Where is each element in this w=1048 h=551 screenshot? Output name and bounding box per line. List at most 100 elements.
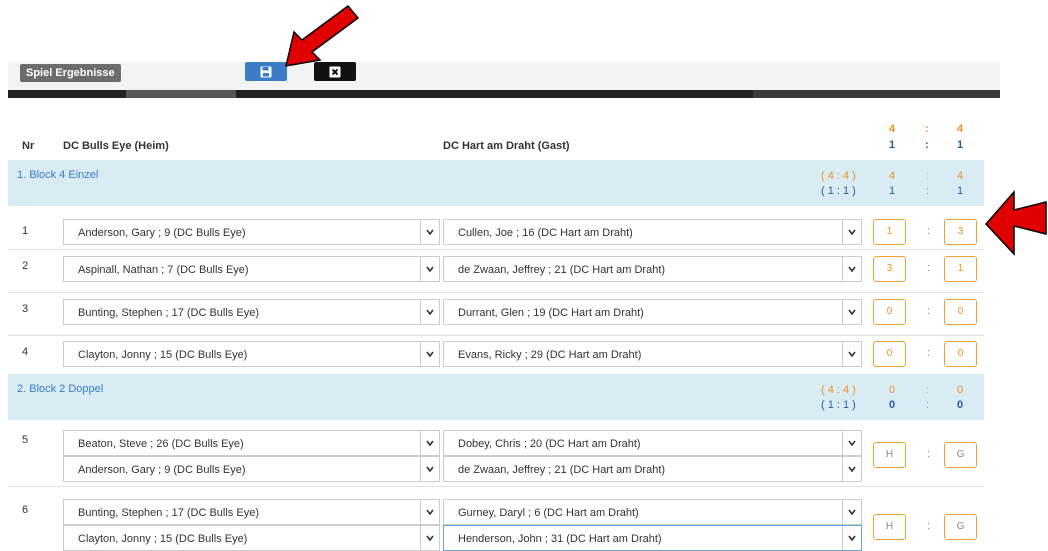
block-sets-guest: 0: [957, 399, 964, 411]
block-legs-label: ( 4 : 4 ): [821, 384, 856, 396]
total-sets-sep: :: [925, 139, 929, 151]
score-separator: :: [927, 305, 931, 317]
score-separator: :: [927, 262, 931, 274]
table-row: 3 Bunting, Stephen ; 17 (DC Bulls Eye) D…: [8, 293, 984, 336]
chevron-down-icon: [420, 342, 439, 366]
total-legs-home: 4: [889, 123, 896, 135]
annotation-arrow-save: [285, 4, 360, 67]
chevron-down-icon: [842, 526, 861, 550]
score-separator: :: [927, 520, 931, 532]
block-sets-home: 0: [889, 399, 896, 411]
score-guest-input[interactable]: G: [944, 442, 977, 468]
guest-player-value: Gurney, Daryl ; 6 (DC Hart am Draht): [458, 507, 639, 519]
chevron-down-icon: [842, 500, 861, 524]
block-legs-guest: 4: [957, 170, 964, 182]
score-home-input[interactable]: 0: [873, 299, 906, 325]
guest-player-select[interactable]: Durrant, Glen ; 19 (DC Hart am Draht): [443, 299, 862, 325]
game-nr: 4: [22, 346, 29, 358]
guest-player-value: Evans, Ricky ; 29 (DC Hart am Draht): [458, 349, 642, 361]
score-guest-input[interactable]: 3: [944, 219, 977, 245]
guest-player-1-select[interactable]: Gurney, Daryl ; 6 (DC Hart am Draht): [443, 499, 862, 525]
score-separator: :: [927, 225, 931, 237]
game-nr: 3: [22, 303, 29, 315]
score-separator: :: [927, 448, 931, 460]
guest-player-1-select[interactable]: Dobey, Chris ; 20 (DC Hart am Draht): [443, 430, 862, 456]
block-legs-home: 4: [889, 170, 896, 182]
guest-player-2-select[interactable]: de Zwaan, Jeffrey ; 21 (DC Hart am Draht…: [443, 456, 862, 482]
table-row: 5 Beaton, Steve ; 26 (DC Bulls Eye) Ande…: [8, 422, 984, 487]
guest-player-select[interactable]: Cullen, Joe ; 16 (DC Hart am Draht): [443, 219, 862, 245]
home-player-1-select[interactable]: Beaton, Steve ; 26 (DC Bulls Eye): [63, 430, 440, 456]
score-home-input[interactable]: H: [873, 442, 906, 468]
guest-player-value: Henderson, John ; 31 (DC Hart am Draht): [458, 533, 662, 545]
block-sets-home: 1: [889, 185, 896, 197]
chevron-down-icon: [842, 300, 861, 324]
chevron-down-icon: [842, 457, 861, 481]
home-player-value: Clayton, Jonny ; 15 (DC Bulls Eye): [78, 349, 248, 361]
table-row: 4 Clayton, Jonny ; 15 (DC Bulls Eye) Eva…: [8, 336, 984, 374]
guest-player-select[interactable]: Evans, Ricky ; 29 (DC Hart am Draht): [443, 341, 862, 367]
table-row: 6 Bunting, Stephen ; 17 (DC Bulls Eye) C…: [8, 494, 984, 551]
table-row: 1 Anderson, Gary ; 9 (DC Bulls Eye) Cull…: [8, 207, 984, 250]
block-legs-guest: 0: [957, 384, 964, 396]
total-legs-guest: 4: [957, 123, 964, 135]
home-player-select[interactable]: Anderson, Gary ; 9 (DC Bulls Eye): [63, 219, 440, 245]
home-player-value: Beaton, Steve ; 26 (DC Bulls Eye): [78, 438, 244, 450]
table-row: 2 Aspinall, Nathan ; 7 (DC Bulls Eye) de…: [8, 250, 984, 293]
score-home-input[interactable]: 1: [873, 219, 906, 245]
home-player-value: Bunting, Stephen ; 17 (DC Bulls Eye): [78, 507, 259, 519]
game-nr: 6: [22, 504, 29, 516]
block-legs-label: ( 4 : 4 ): [821, 170, 856, 182]
guest-player-value: de Zwaan, Jeffrey ; 21 (DC Hart am Draht…: [458, 264, 666, 276]
score-guest-input[interactable]: 0: [944, 341, 977, 367]
home-player-value: Clayton, Jonny ; 15 (DC Bulls Eye): [78, 533, 248, 545]
home-player-select[interactable]: Clayton, Jonny ; 15 (DC Bulls Eye): [63, 341, 440, 367]
game-nr: 1: [22, 225, 29, 237]
score-home-input[interactable]: H: [873, 514, 906, 540]
chevron-down-icon: [420, 257, 439, 281]
guest-player-value: de Zwaan, Jeffrey ; 21 (DC Hart am Draht…: [458, 464, 666, 476]
block-title[interactable]: 2. Block 2 Doppel: [17, 383, 103, 395]
chevron-down-icon: [842, 220, 861, 244]
toolbar-divider: [8, 90, 1000, 98]
block-sets-sep: :: [926, 185, 930, 197]
column-header-nr: Nr: [22, 140, 35, 152]
guest-player-value: Dobey, Chris ; 20 (DC Hart am Draht): [458, 438, 641, 450]
block-sets-label: ( 1 : 1 ): [821, 399, 856, 411]
floppy-disk-icon: [260, 66, 272, 78]
score-home-input[interactable]: 0: [873, 341, 906, 367]
block-legs-sep: :: [926, 170, 930, 182]
block-legs-sep: :: [926, 384, 930, 396]
home-player-value: Aspinall, Nathan ; 7 (DC Bulls Eye): [78, 264, 249, 276]
score-guest-input[interactable]: G: [944, 514, 977, 540]
game-nr: 5: [22, 434, 29, 446]
home-player-2-select[interactable]: Anderson, Gary ; 9 (DC Bulls Eye): [63, 456, 440, 482]
chevron-down-icon: [420, 500, 439, 524]
block-legs-home: 0: [889, 384, 896, 396]
save-button[interactable]: [245, 62, 287, 81]
home-player-value: Anderson, Gary ; 9 (DC Bulls Eye): [78, 464, 246, 476]
home-player-value: Anderson, Gary ; 9 (DC Bulls Eye): [78, 227, 246, 239]
column-header-home: DC Bulls Eye (Heim): [63, 140, 169, 152]
chevron-down-icon: [420, 526, 439, 550]
home-player-2-select[interactable]: Clayton, Jonny ; 15 (DC Bulls Eye): [63, 525, 440, 551]
home-player-1-select[interactable]: Bunting, Stephen ; 17 (DC Bulls Eye): [63, 499, 440, 525]
chevron-down-icon: [842, 257, 861, 281]
guest-player-value: Durrant, Glen ; 19 (DC Hart am Draht): [458, 307, 644, 319]
block-sets-guest: 1: [957, 185, 964, 197]
guest-player-value: Cullen, Joe ; 16 (DC Hart am Draht): [458, 227, 633, 239]
home-player-select[interactable]: Aspinall, Nathan ; 7 (DC Bulls Eye): [63, 256, 440, 282]
toolbar: [8, 62, 1000, 90]
guest-player-2-select[interactable]: Henderson, John ; 31 (DC Hart am Draht): [443, 525, 862, 551]
block-sets-sep: :: [926, 399, 930, 411]
block-sets-label: ( 1 : 1 ): [821, 185, 856, 197]
total-sets-guest: 1: [957, 139, 964, 151]
block-title[interactable]: 1. Block 4 Einzel: [17, 169, 98, 181]
tab-spiel-ergebnisse[interactable]: Spiel Ergebnisse: [20, 64, 121, 82]
home-player-select[interactable]: Bunting, Stephen ; 17 (DC Bulls Eye): [63, 299, 440, 325]
score-guest-input[interactable]: 1: [944, 256, 977, 282]
guest-player-select[interactable]: de Zwaan, Jeffrey ; 21 (DC Hart am Draht…: [443, 256, 862, 282]
score-home-input[interactable]: 3: [873, 256, 906, 282]
annotation-arrow-score: [984, 190, 1047, 256]
score-guest-input[interactable]: 0: [944, 299, 977, 325]
